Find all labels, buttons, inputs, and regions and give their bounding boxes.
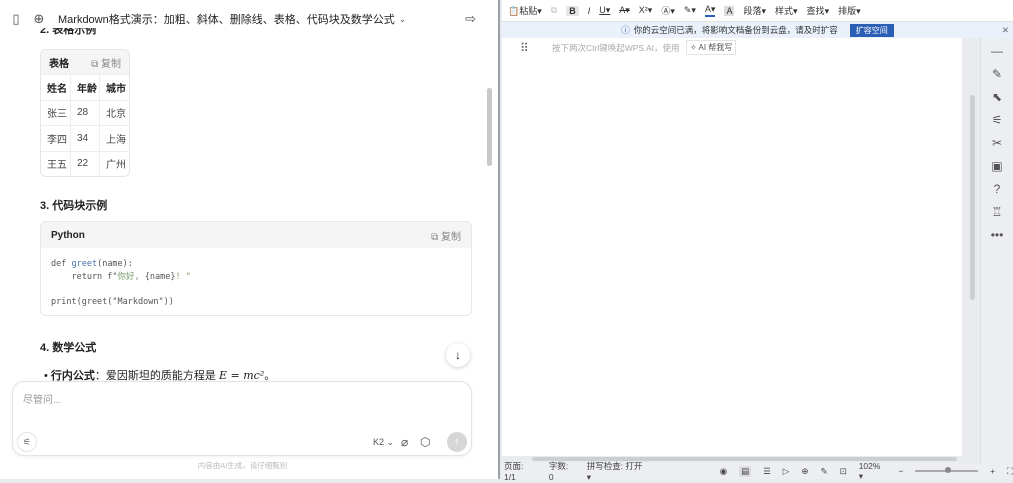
table-row: 李四 34 上海 [41,125,129,151]
code-block: Python ⧉ 复制 def greet(name): return f"你好,… [40,221,472,316]
ai-write-button[interactable]: ✧ AI 帮我写 [686,40,737,55]
strikethrough-button[interactable]: A▾ [619,5,630,16]
minimize-icon[interactable]: — [991,44,1003,58]
status-bar: 页面: 1/1 字数: 0 拼写检查: 打开 ▾ ◉ ▤ ☰ ▷ ⊕ ✎ ⊡ 1… [502,461,1013,482]
close-icon[interactable]: ✕ [1002,25,1009,36]
tools-icon[interactable]: ✂ [992,136,1002,150]
disclaimer: 内容由AI生成，请仔细甄别 [197,461,288,470]
eye-icon[interactable]: ◉ [720,466,727,477]
outline-icon[interactable]: ☰ [763,466,771,477]
scroll-down-button[interactable]: ↓ [446,343,470,367]
paragraph-menu[interactable]: 段落▾ [743,4,766,17]
fullscreen-icon[interactable]: ⛶ [1007,466,1013,477]
expand-space-button[interactable]: 扩容空间 [849,23,894,37]
document-page[interactable]: ⠿ 按下两次Ctrl键唤起WPS AI，使用 ✧ AI 帮我写 [502,38,962,456]
paste-button[interactable]: 📋粘贴▾ [508,4,542,17]
table-copy-button[interactable]: ⧉ 复制 [91,55,121,70]
chat-header: ▯ ⊕ Markdown格式演示：加粗、斜体、删除线、表格、代码块及数学公式 ⌄… [0,8,500,30]
play-icon[interactable]: ▷ [783,466,790,477]
section-heading-2: 2. 表格示例 [40,28,97,36]
shirt-icon[interactable]: ♖ [992,205,1003,219]
zoom-slider[interactable] [915,467,979,473]
superscript-button[interactable]: X²▾ [639,5,653,16]
page-view-icon[interactable]: ▤ [739,465,752,477]
styles-menu[interactable]: 样式▾ [775,4,798,17]
wps-writer: 📋粘贴▾ ⧉ B I U▾ A▾ X²▾ Ⓐ▾ ✎▾ A▾ A 段落▾ 样式▾ … [502,0,1013,482]
section-heading-3: 3. 代码块示例 [40,200,108,212]
chat-title[interactable]: Markdown格式演示：加粗、斜体、删除线、表格、代码块及数学公式 [58,11,395,27]
spell-check[interactable]: 拼写检查: 打开 ▾ [587,460,648,483]
zoom-out-button[interactable]: − [898,466,903,476]
markdown-table: 表格 ⧉ 复制 姓名 年龄 城市 张三 28 北京 李四 34 上海 王五 22 广州 [40,49,130,177]
section-heading-4: 4. 数学公式 [40,342,97,354]
toolbar: 📋粘贴▾ ⧉ B I U▾ A▾ X²▾ Ⓐ▾ ✎▾ A▾ A 段落▾ 样式▾ … [502,0,1013,22]
text-effect-button[interactable]: Ⓐ▾ [661,4,675,17]
info-icon: ⓘ [621,25,630,35]
bold-button[interactable]: B [566,5,579,16]
more-icon[interactable]: ••• [991,228,1004,242]
code-lang: Python [51,229,85,241]
char-shading-button[interactable]: A [724,5,735,16]
pen-icon[interactable]: ✎ [820,466,827,477]
chat-input[interactable]: 尽管问... ⚟ K2 ⌄ ⌀ ⬡ ↑ [12,381,472,456]
settings-sliders-icon[interactable]: ⚟ [17,432,37,452]
doc-hint: 按下两次Ctrl键唤起WPS AI，使用 [552,43,680,53]
cube-icon[interactable]: ⬡ [420,435,430,449]
italic-button[interactable]: I [588,6,591,16]
select-icon[interactable]: ⬉ [992,90,1002,104]
zoom-select[interactable]: 102% ▾ [859,461,887,482]
sidebar-toggle-icon[interactable]: ▯ [9,11,23,27]
help-icon[interactable]: ? [994,182,1001,196]
highlight-button[interactable]: ✎▾ [684,5,696,16]
cloud-full-banner: ⓘ 你的云空间已满，将影响文档备份到云盘，请及时扩容 扩容空间 ✕ [502,22,1013,38]
underline-button[interactable]: U▾ [599,5,610,16]
find-menu[interactable]: 查找▾ [807,4,830,17]
banner-text: 你的云空间已满，将影响文档备份到云盘，请及时扩容 [633,25,838,35]
code-copy-button[interactable]: ⧉ 复制 [431,228,461,243]
share-icon[interactable]: ⇨ [465,11,476,27]
layout-menu[interactable]: 排版▾ [838,4,861,17]
input-placeholder: 尽管问... [23,395,62,406]
font-color-button[interactable]: A▾ [704,4,716,17]
new-chat-icon[interactable]: ⊕ [32,11,46,27]
image-edit-icon[interactable]: ▣ [991,159,1002,173]
sliders-icon[interactable]: ⚟ [992,113,1003,127]
pen-icon[interactable]: ✎ [992,67,1002,81]
attach-icon[interactable]: ⌀ [401,435,408,449]
web-icon[interactable]: ⊕ [801,466,808,477]
table-row: 张三 28 北京 [41,99,129,125]
table-label: 表格 [49,58,69,70]
zoom-in-button[interactable]: + [990,466,995,476]
format-painter-icon[interactable]: ⧉ [551,5,557,16]
chat-panel: ▯ ⊕ Markdown格式演示：加粗、斜体、删除线、表格、代码块及数学公式 ⌄… [0,0,500,479]
send-button[interactable]: ↑ [447,432,467,452]
fit-icon[interactable]: ⊡ [840,466,847,477]
table-row: 王五 22 广州 [41,150,129,176]
code-content: def greet(name): return f"你好, {name}! " … [51,259,191,307]
vertical-scrollbar[interactable] [970,95,975,300]
right-sidebar: — ✎ ⬉ ⚟ ✂ ▣ ? ♖ ••• [980,38,1013,463]
table-header-row: 姓名 年龄 城市 [41,74,129,100]
drag-handle-icon[interactable]: ⠿ [520,41,529,55]
chevron-down-icon[interactable]: ⌄ [399,14,407,25]
model-select[interactable]: K2 ⌄ [373,437,394,448]
scrollbar[interactable] [487,88,492,166]
